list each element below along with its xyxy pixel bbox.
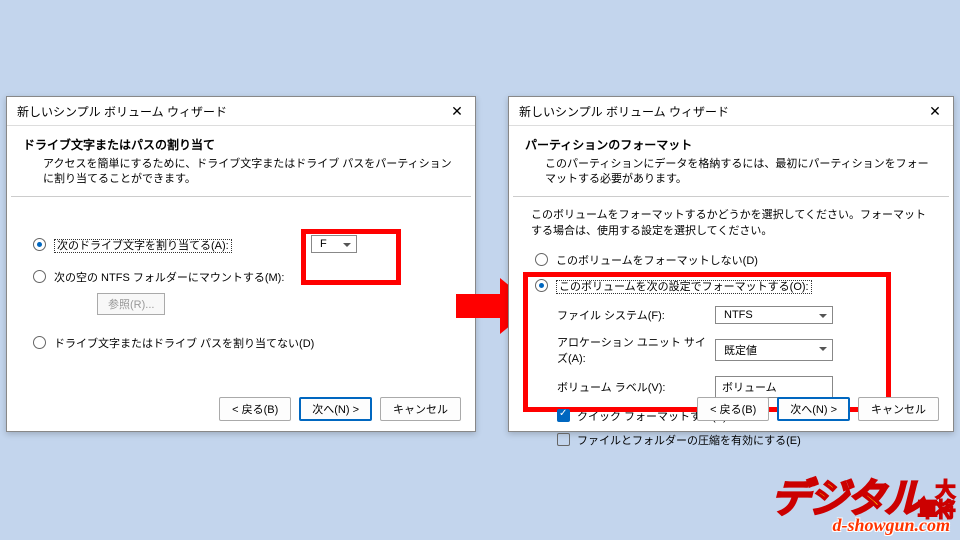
button-bar: < 戻る(B) 次へ(N) > キャンセル	[219, 397, 461, 421]
dialog-header: ドライブ文字またはパスの割り当て アクセスを簡単にするために、ドライブ文字または…	[7, 126, 475, 196]
volume-label-label: ボリューム ラベル(V):	[557, 379, 715, 395]
header-title: ドライブ文字またはパスの割り当て	[23, 136, 459, 153]
header-desc: アクセスを簡単にするために、ドライブ文字またはドライブ パスをパーティションに割…	[23, 157, 459, 188]
radio-mount-folder[interactable]: 次の空の NTFS フォルダーにマウントする(M):	[33, 269, 449, 285]
back-button[interactable]: < 戻る(B)	[219, 397, 291, 421]
checkbox-icon	[557, 433, 570, 446]
dialog-header: パーティションのフォーマット このパーティションにデータを格納するには、最初にパ…	[509, 126, 953, 196]
radio-icon	[535, 253, 548, 266]
watermark-logo: デジタル 大将軍 d-showgun.com	[771, 479, 950, 536]
logo-sub: 大将軍	[916, 473, 952, 519]
dialog-body: このボリュームをフォーマットしない(D) このボリュームを次の設定でフォーマット…	[509, 252, 953, 466]
dialog-title: 新しいシンプル ボリューム ウィザード	[519, 103, 729, 120]
logo-main: デジタル	[771, 477, 922, 521]
close-button[interactable]: ✕	[447, 101, 467, 121]
cancel-button[interactable]: キャンセル	[380, 397, 461, 421]
cancel-button[interactable]: キャンセル	[858, 397, 939, 421]
compress-checkbox[interactable]: ファイルとフォルダーの圧縮を有効にする(E)	[557, 432, 927, 448]
header-desc: このパーティションにデータを格納するには、最初にパーティションをフォーマットする…	[525, 157, 937, 188]
checkbox-icon	[557, 409, 570, 422]
volume-label-row: ボリューム ラベル(V): ボリューム	[557, 376, 927, 398]
header-title: パーティションのフォーマット	[525, 136, 937, 153]
button-bar: < 戻る(B) 次へ(N) > キャンセル	[697, 397, 939, 421]
allocation-select[interactable]: 既定値	[715, 339, 833, 361]
close-button[interactable]: ✕	[925, 101, 945, 121]
next-button[interactable]: 次へ(N) >	[777, 397, 850, 421]
volume-label-input[interactable]: ボリューム	[715, 376, 833, 398]
radio-no-assign[interactable]: ドライブ文字またはドライブ パスを割り当てない(D)	[33, 335, 449, 351]
radio-icon	[535, 279, 548, 292]
radio-assign-letter[interactable]: 次のドライブ文字を割り当てる(A): F	[33, 237, 449, 253]
filesystem-row: ファイル システム(F): NTFS	[557, 306, 927, 324]
dialog-title: 新しいシンプル ボリューム ウィザード	[17, 103, 227, 120]
wizard-dialog-format: 新しいシンプル ボリューム ウィザード ✕ パーティションのフォーマット このパ…	[508, 96, 954, 432]
drive-letter-select[interactable]: F	[311, 235, 357, 253]
dialog-body: 次のドライブ文字を割り当てる(A): F 次の空の NTFS フォルダーにマウン…	[7, 197, 475, 377]
wizard-dialog-drive-letter: 新しいシンプル ボリューム ウィザード ✕ ドライブ文字またはパスの割り当て ア…	[6, 96, 476, 432]
instruction-text: このボリュームをフォーマットするかどうかを選択してください。フォーマットする場合…	[509, 197, 953, 252]
filesystem-select[interactable]: NTFS	[715, 306, 833, 324]
titlebar: 新しいシンプル ボリューム ウィザード ✕	[509, 97, 953, 126]
radio-format-with[interactable]: このボリュームを次の設定でフォーマットする(O):	[535, 278, 927, 294]
radio-icon	[33, 270, 46, 283]
filesystem-label: ファイル システム(F):	[557, 307, 715, 323]
allocation-row: アロケーション ユニット サイズ(A): 既定値	[557, 334, 927, 366]
titlebar: 新しいシンプル ボリューム ウィザード ✕	[7, 97, 475, 126]
radio-icon	[33, 336, 46, 349]
radio-no-format[interactable]: このボリュームをフォーマットしない(D)	[535, 252, 927, 268]
next-button[interactable]: 次へ(N) >	[299, 397, 372, 421]
radio-icon	[33, 238, 46, 251]
allocation-label: アロケーション ユニット サイズ(A):	[557, 334, 715, 366]
browse-button[interactable]: 参照(R)...	[97, 293, 165, 315]
back-button[interactable]: < 戻る(B)	[697, 397, 769, 421]
